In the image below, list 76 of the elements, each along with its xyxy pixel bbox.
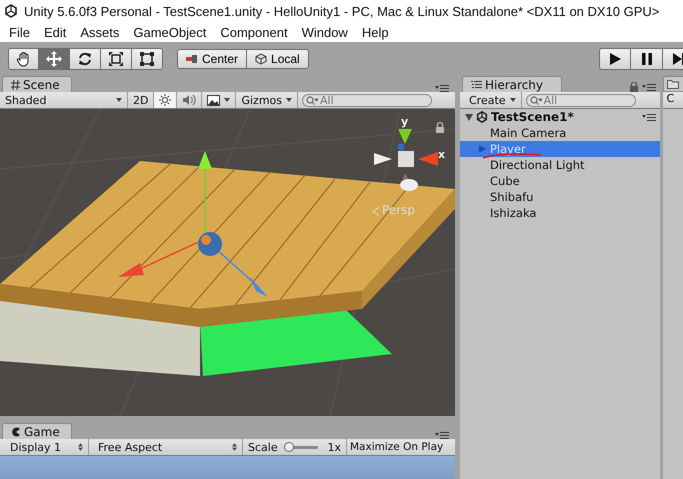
panel-menu-icon[interactable]	[435, 431, 449, 439]
pivot-button[interactable]: Center	[177, 48, 248, 68]
axis-label: y	[401, 115, 408, 128]
list-icon	[471, 80, 482, 88]
play-button[interactable]	[599, 48, 631, 70]
hierarchy-tab[interactable]: Hierarchy	[462, 76, 562, 92]
tool-button[interactable]	[70, 48, 101, 70]
panel-menu-icon[interactable]	[642, 83, 656, 91]
step-icon	[672, 52, 683, 66]
hierarchy-item[interactable]: Directional Light	[460, 157, 660, 173]
search-field[interactable]: All	[302, 94, 432, 106]
pivot-center-icon	[186, 54, 198, 64]
sun-icon[interactable]	[159, 94, 172, 106]
panel-menu-icon[interactable]	[435, 84, 449, 92]
orientation-gizmo-drawing	[374, 129, 438, 191]
panel-menu-icon[interactable]	[642, 113, 656, 121]
aspect-dropdown[interactable]: Free Aspect	[93, 439, 243, 455]
scale-value: 1x	[327, 440, 341, 454]
pivot-button[interactable]: Local	[247, 48, 309, 68]
folder-icon	[667, 79, 680, 89]
chevron-left-icon	[372, 207, 380, 216]
pause-button[interactable]	[631, 48, 663, 70]
lock-icon[interactable]	[630, 82, 638, 92]
hierarchy-item[interactable]: Main Camera	[460, 125, 660, 141]
scene-name[interactable]: TestScene1*	[491, 110, 574, 124]
pacman-icon	[11, 426, 21, 436]
scale-label: Scale	[248, 440, 278, 454]
menu-item[interactable]: Window	[294, 24, 355, 40]
lock-icon[interactable]	[436, 122, 444, 133]
hierarchy-item[interactable]: Cube	[460, 173, 660, 189]
scene-tab[interactable]: Scene	[2, 76, 72, 92]
game-tab[interactable]: Game	[2, 423, 72, 439]
move-icon	[46, 50, 62, 66]
tool-button[interactable]	[132, 48, 163, 70]
gizmos-dropdown[interactable]: Gizmos	[236, 92, 298, 108]
tab-label: Game	[24, 424, 60, 438]
tool-button[interactable]	[101, 48, 132, 70]
rect-tool-icon	[139, 50, 155, 66]
hand-icon	[16, 50, 32, 66]
display-dropdown[interactable]: Display 1	[5, 439, 89, 455]
menu-item[interactable]: Assets	[73, 24, 126, 40]
pause-icon	[640, 52, 652, 66]
axis-label: x	[438, 148, 446, 161]
menu-item[interactable]: GameObject	[126, 24, 214, 40]
create-dropdown[interactable]: C	[663, 92, 683, 109]
dropdown-caret-icon	[286, 98, 292, 102]
up-down-caret-icon	[232, 443, 237, 451]
tab-label: Hierarchy	[485, 78, 544, 92]
menu-item[interactable]: Component	[213, 24, 295, 40]
dropdown-caret-icon	[510, 98, 516, 102]
window-title: Unity 5.6.0f3 Personal - TestScene1.unity - HelloUnity1 - PC, Mac & Linux Standalone* <DX11 on DX10 GPU>	[24, 4, 660, 18]
up-down-caret-icon	[78, 443, 83, 451]
dropdown-caret-icon	[224, 98, 230, 102]
slider-thumb[interactable]	[284, 442, 294, 452]
speaker-icon[interactable]	[182, 94, 196, 106]
menu-item[interactable]: Help	[354, 24, 396, 40]
tool-button[interactable]	[8, 48, 39, 70]
hierarchy-item[interactable]: Shibafu	[460, 189, 660, 205]
menu-item[interactable]: File	[2, 24, 37, 40]
shading-dropdown[interactable]: Shaded	[0, 92, 128, 108]
image-icon[interactable]	[207, 94, 220, 106]
play-icon	[608, 52, 622, 66]
maximize-on-play-toggle[interactable]: Maximize On Play	[347, 439, 446, 455]
hierarchy-item[interactable]: Ishizaka	[460, 205, 660, 221]
rotate-icon	[77, 50, 93, 66]
cube-icon	[255, 52, 268, 64]
menu-item[interactable]: Edit	[36, 24, 74, 40]
create-dropdown[interactable]: Create	[464, 92, 522, 108]
dropdown-caret-icon	[116, 98, 122, 102]
scale-icon	[108, 50, 124, 66]
expand-arrow-icon[interactable]	[465, 114, 473, 120]
grid-icon	[11, 80, 20, 90]
unity-logo-icon	[4, 4, 18, 18]
tab-label: Scene	[23, 78, 60, 92]
search-field[interactable]: All	[526, 94, 636, 106]
unity-logo-icon	[476, 111, 488, 123]
